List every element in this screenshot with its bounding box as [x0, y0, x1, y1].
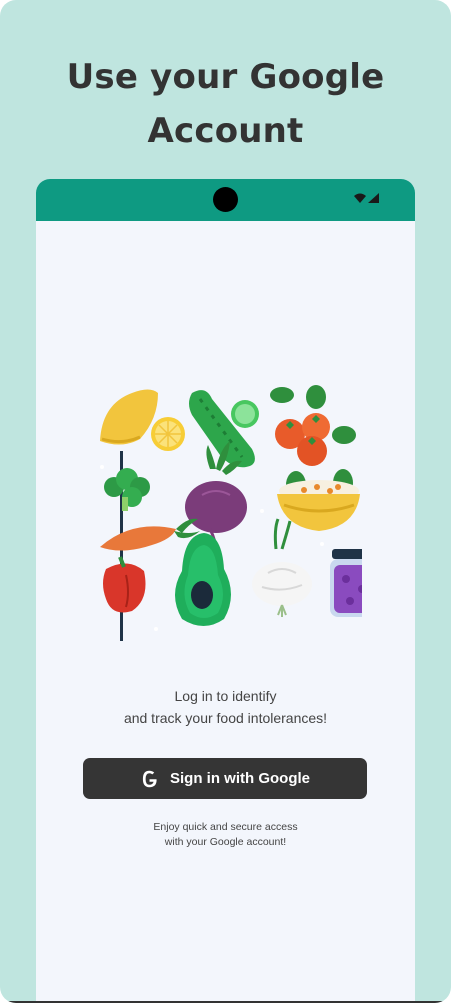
- promo-card: Use your Google Account Log in to identi…: [0, 0, 451, 1003]
- footnote: Enjoy quick and secure access with your …: [36, 820, 415, 850]
- sign-in-button-label: Sign in with Google: [170, 770, 310, 787]
- tomatoes-icon: [270, 385, 356, 466]
- google-g-icon: [142, 770, 157, 787]
- headline: Use your Google Account: [0, 50, 451, 158]
- footnote-line-2: with your Google account!: [164, 836, 287, 848]
- camera-cutout: [213, 187, 238, 212]
- footnote-line-1: Enjoy quick and secure access: [153, 821, 298, 833]
- sign-in-with-google-button[interactable]: Sign in with Google: [83, 758, 367, 799]
- signal-icon: [368, 193, 379, 203]
- status-bar: [36, 179, 415, 221]
- broccoli-icon: [104, 468, 150, 511]
- wifi-icon: [354, 193, 366, 203]
- headline-line-1: Use your Google: [66, 57, 385, 97]
- carrot-icon: [100, 518, 200, 551]
- tagline-line-2: and track your food intolerances!: [123, 710, 328, 726]
- lemon-icon: [100, 389, 185, 451]
- avocado-icon: [175, 533, 231, 626]
- vegetables-illustration: [100, 385, 362, 641]
- tagline-line-1: Log in to identify: [174, 688, 277, 704]
- tagline: Log in to identify and track your food i…: [36, 685, 415, 729]
- onion-icon: [252, 518, 312, 617]
- status-icons: [354, 193, 379, 203]
- pepper-icon: [103, 556, 146, 613]
- headline-line-2: Account: [147, 111, 304, 151]
- phone-mockup: Log in to identify and track your food i…: [36, 179, 415, 1003]
- jam-jar-icon: [330, 549, 362, 617]
